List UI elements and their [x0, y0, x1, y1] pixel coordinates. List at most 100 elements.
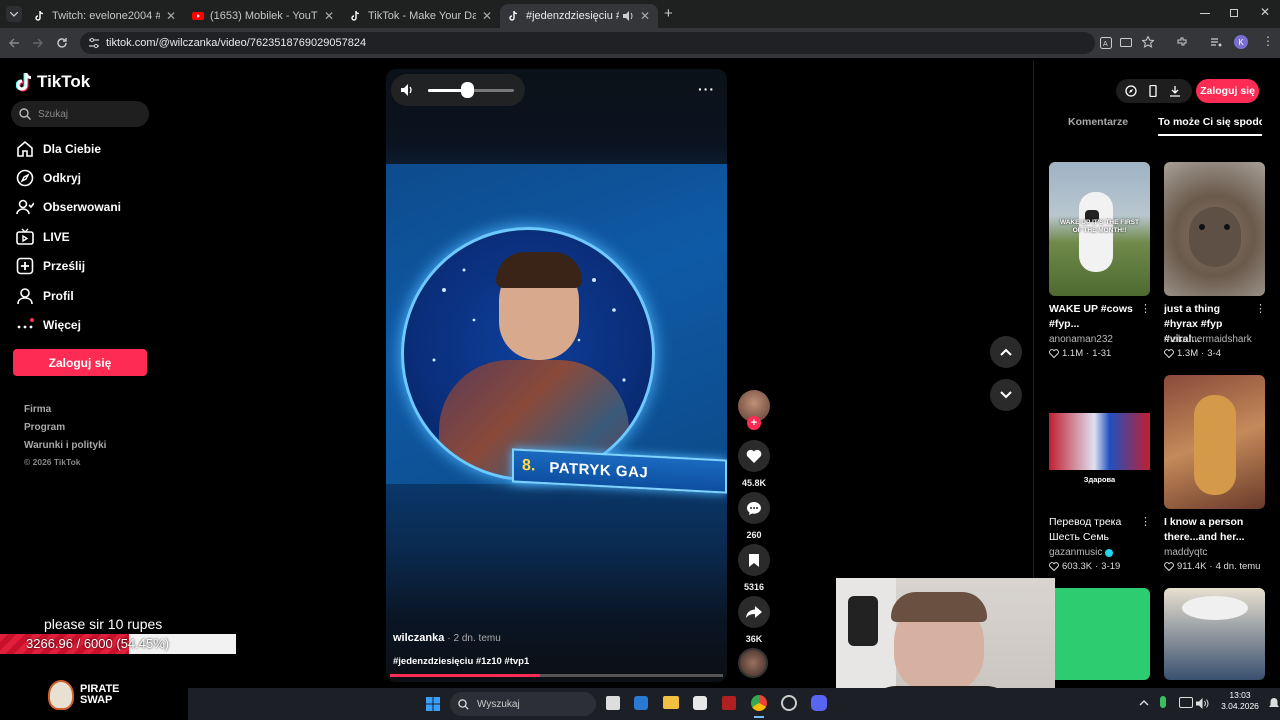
video-thumbnail[interactable]	[1164, 588, 1265, 680]
close-tab-icon[interactable]: ✕	[324, 9, 334, 23]
back-icon[interactable]	[8, 37, 20, 49]
browser-tab[interactable]: TikTok - Make Your Day ✕	[342, 4, 500, 28]
close-tab-icon[interactable]: ✕	[482, 9, 492, 23]
volume-control[interactable]	[391, 74, 525, 106]
maximize-icon[interactable]	[1230, 9, 1238, 17]
extensions-icon[interactable]	[1176, 36, 1188, 48]
site-info-icon[interactable]	[88, 37, 100, 49]
footer-link[interactable]: Warunki i polityki	[24, 440, 106, 451]
browser-tab-active[interactable]: #jedenzdziesięciu #1z10 #t ✕	[500, 4, 658, 28]
notifications-bell-icon[interactable]	[1268, 697, 1280, 709]
cast-icon[interactable]	[1120, 37, 1132, 49]
video-progress-track[interactable]	[390, 674, 723, 677]
translate-icon[interactable]: A	[1100, 37, 1112, 49]
new-tab-button[interactable]: +	[664, 6, 673, 22]
sidebar-item-live[interactable]: LIVE	[16, 226, 70, 248]
download-icon[interactable]	[1169, 85, 1181, 97]
media-controls-icon[interactable]	[1210, 36, 1222, 48]
sound-action[interactable]	[738, 648, 770, 678]
video-thumbnail[interactable]	[1164, 375, 1265, 509]
card-author[interactable]: maddyqtc	[1164, 547, 1207, 558]
card-author[interactable]: gazanmusic	[1049, 547, 1114, 558]
browser-tab[interactable]: Twitch: evelone2004 #evelone ✕	[26, 4, 184, 28]
windows-start-icon[interactable]	[426, 697, 440, 711]
save-action[interactable]: 5316	[738, 544, 770, 592]
card-title[interactable]: WAKE UP #cows #fyp...	[1049, 302, 1141, 332]
chevron-up-icon[interactable]	[1139, 699, 1149, 706]
close-tab-icon[interactable]: ✕	[166, 9, 176, 23]
speaker-icon[interactable]	[1196, 698, 1210, 709]
video-thumbnail[interactable]	[1164, 162, 1265, 296]
audio-playing-icon[interactable]	[622, 11, 634, 21]
reload-icon[interactable]	[56, 37, 68, 49]
video-hashtags[interactable]: #jedenzdziesięciu #1z10 #tvp1	[393, 656, 529, 667]
card-title[interactable]: Перевод трека Шесть Семь	[1049, 515, 1141, 545]
creator-avatar-action[interactable]: +	[738, 390, 770, 430]
card-more-icon[interactable]: ⋮	[1255, 302, 1266, 315]
taskbar-search[interactable]: Wyszukaj	[450, 692, 596, 716]
tab-search-button[interactable]	[6, 6, 22, 22]
sidebar-item-profil[interactable]: Profil	[16, 285, 74, 307]
app-icon[interactable]	[722, 696, 736, 710]
login-button[interactable]: Zaloguj się	[13, 349, 147, 376]
video-author[interactable]: wilczanka · 2 dn. temu	[393, 632, 501, 644]
tiktok-logo[interactable]: TikTok	[16, 72, 90, 92]
volume-slider-thumb[interactable]	[460, 82, 474, 98]
address-bar[interactable]: tiktok.com/@wilczanka/video/762351876902…	[80, 32, 1154, 54]
profile-avatar[interactable]: K	[1234, 35, 1248, 49]
browser-menu-icon[interactable]: ⋮	[1262, 34, 1274, 48]
discord-icon[interactable]	[811, 695, 827, 711]
like-action[interactable]: 45.8K	[738, 440, 770, 488]
volume-icon[interactable]	[401, 84, 415, 96]
video-thumbnail[interactable]: WAKE UP IT'S THE FIRST OF THE MONTH!!	[1049, 162, 1150, 296]
device-icon[interactable]	[1147, 85, 1159, 97]
store-icon[interactable]	[693, 696, 707, 710]
save-button[interactable]	[738, 544, 770, 576]
browser-tab[interactable]: (1653) Mobilek - YouTube ✕	[184, 4, 342, 28]
comment-action[interactable]: 260	[738, 492, 770, 540]
close-window-icon[interactable]: ✕	[1260, 5, 1270, 19]
minimize-icon[interactable]	[1200, 13, 1210, 14]
follow-plus-icon[interactable]: +	[747, 416, 761, 430]
sidebar-item-przeslij[interactable]: Prześlij	[16, 255, 85, 277]
taskbar-clock[interactable]: 13:03 3.04.2026	[1214, 690, 1266, 712]
share-action[interactable]: 36K	[738, 596, 770, 644]
bookmark-star-icon[interactable]	[1142, 36, 1154, 48]
footer-link[interactable]: Program	[24, 422, 65, 433]
like-button[interactable]	[738, 440, 770, 472]
card-more-icon[interactable]: ⋮	[1140, 302, 1151, 315]
more-options-icon[interactable]: ···	[698, 81, 715, 97]
card-title[interactable]: I know a person there...and her...	[1164, 515, 1256, 545]
tab-recommended[interactable]: To może Ci się spodobać	[1158, 116, 1262, 128]
app-icon[interactable]	[781, 695, 797, 711]
sound-disc-avatar[interactable]	[738, 648, 768, 678]
forward-icon[interactable]	[32, 37, 44, 49]
video-thumbnail[interactable]	[1049, 588, 1150, 680]
sidebar-item-dla-ciebie[interactable]: Dla Ciebie	[16, 138, 101, 160]
video-thumbnail[interactable]: Здарова	[1049, 375, 1150, 509]
next-video-button[interactable]	[990, 379, 1022, 411]
card-author[interactable]: anonaman232	[1049, 334, 1113, 345]
microphone-icon[interactable]	[1160, 696, 1166, 708]
panel-login-button[interactable]: Zaloguj się	[1196, 79, 1259, 103]
card-more-icon[interactable]: ⋮	[1140, 515, 1151, 528]
search-box[interactable]: Szukaj	[11, 101, 149, 127]
outlook-icon[interactable]	[634, 696, 648, 710]
card-author[interactable]: makomermaidshark	[1164, 334, 1252, 345]
previous-video-button[interactable]	[990, 336, 1022, 368]
sidebar-item-obserwowani[interactable]: Obserwowani	[16, 196, 121, 218]
compass-icon[interactable]	[1125, 85, 1137, 97]
card-author-name[interactable]: gazanmusic	[1049, 547, 1102, 558]
video-player[interactable]: 8. PATRYK GAJ ··· wilczanka · 2 dn. temu…	[386, 69, 727, 682]
author-name[interactable]: wilczanka	[393, 632, 444, 644]
file-explorer-icon[interactable]	[663, 696, 679, 709]
share-button[interactable]	[738, 596, 770, 628]
footer-link[interactable]: Firma	[24, 404, 51, 415]
sidebar-item-wiecej[interactable]: Więcej	[16, 314, 81, 336]
task-view-icon[interactable]	[606, 696, 620, 710]
close-tab-icon[interactable]: ✕	[640, 9, 650, 23]
comment-button[interactable]	[738, 492, 770, 524]
sidebar-item-odkryj[interactable]: Odkryj	[16, 167, 81, 189]
tab-komentarze[interactable]: Komentarze	[1068, 116, 1128, 128]
chrome-icon[interactable]	[751, 695, 767, 711]
